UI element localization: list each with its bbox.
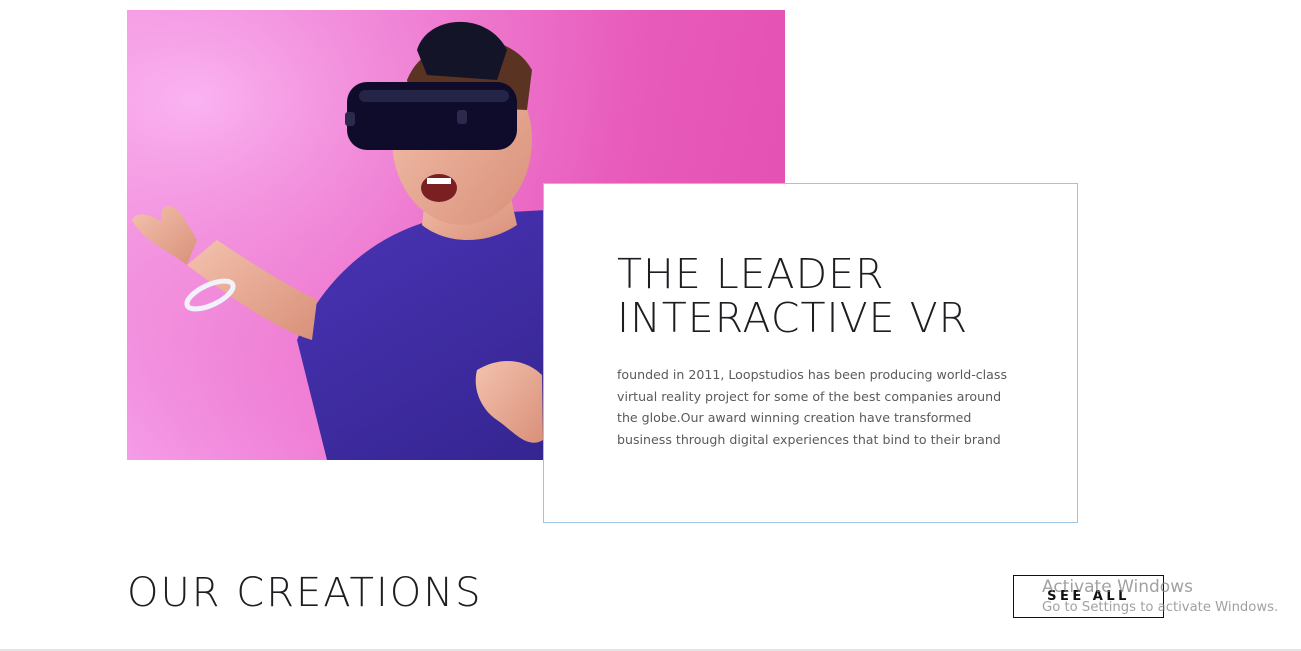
see-all-button[interactable]: SEE ALL bbox=[1013, 575, 1164, 618]
intro-description: founded in 2011, Loopstudios has been pr… bbox=[617, 367, 1008, 448]
page: THE LEADER INTERACTIVE VR founded in 201… bbox=[0, 0, 1301, 651]
creations-title: OUR CREATIONS bbox=[127, 570, 483, 616]
intro-title: THE LEADER INTERACTIVE VR bbox=[617, 250, 969, 342]
intro-card: THE LEADER INTERACTIVE VR founded in 201… bbox=[543, 183, 1078, 523]
